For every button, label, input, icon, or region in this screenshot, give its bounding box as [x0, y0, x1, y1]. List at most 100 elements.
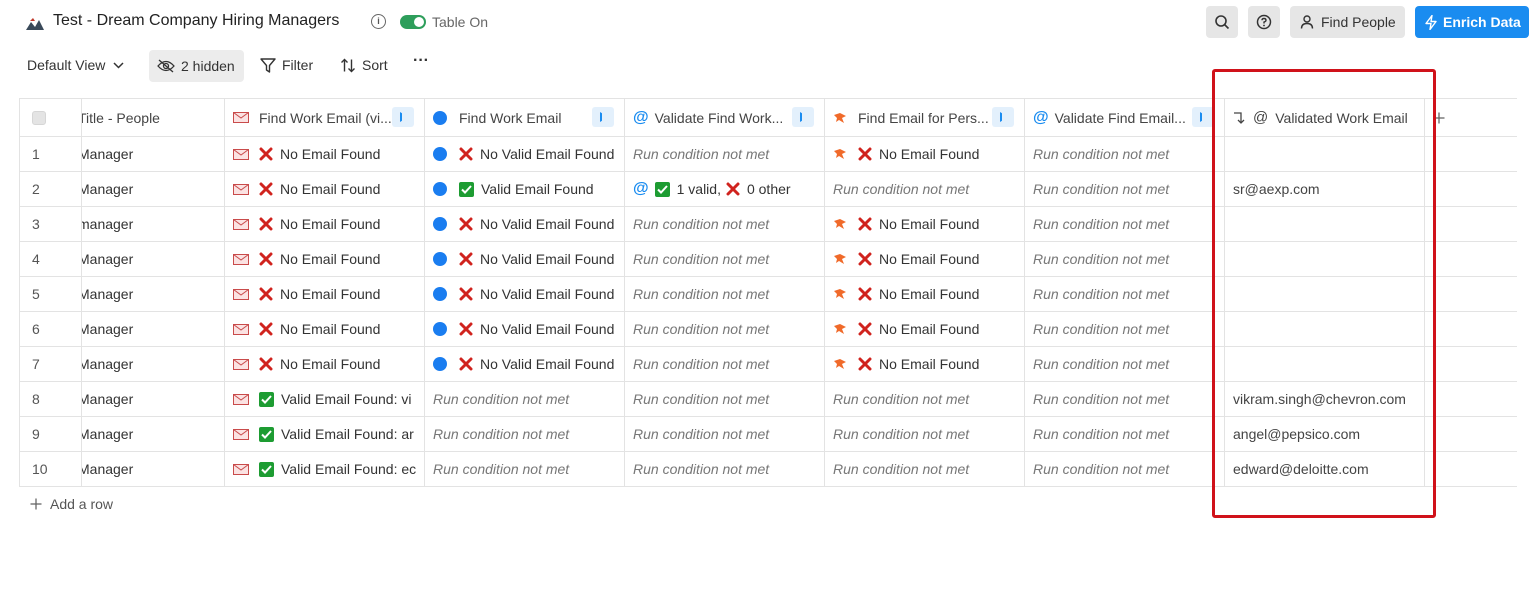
- table-cell[interactable]: Run condition not met: [425, 452, 625, 486]
- table-row[interactable]: 1 Manager No Email Found No Valid Email Fou…: [19, 137, 1517, 172]
- table-cell[interactable]: No Email Found: [225, 207, 425, 241]
- select-all-checkbox[interactable]: [32, 110, 46, 125]
- table-cell[interactable]: Valid Email Found: ec: [225, 452, 425, 486]
- table-cell[interactable]: Run condition not met: [625, 417, 825, 451]
- table-row[interactable]: 9 Manager Valid Email Found: ar Run conditi…: [19, 417, 1517, 452]
- table-cell[interactable]: No Valid Email Found: [425, 242, 625, 276]
- table-cell[interactable]: Run condition not met: [625, 382, 825, 416]
- table-cell[interactable]: Manager: [82, 137, 225, 171]
- table-cell[interactable]: Manager: [82, 172, 225, 206]
- table-cell[interactable]: Valid Email Found: vi: [225, 382, 425, 416]
- table-row[interactable]: 10 Manager Valid Email Found: ec Run condit…: [19, 452, 1517, 487]
- table-cell[interactable]: Run condition not met: [825, 382, 1025, 416]
- table-cell[interactable]: Valid Email Found: [425, 172, 625, 206]
- table-cell[interactable]: Manager: [82, 452, 225, 486]
- table-cell[interactable]: Run condition not met: [1025, 312, 1225, 346]
- filter-button[interactable]: Filter: [260, 57, 313, 73]
- table-cell[interactable]: No Email Found: [225, 172, 425, 206]
- table-cell[interactable]: Run condition not met: [425, 417, 625, 451]
- table-cell[interactable]: [1225, 277, 1425, 311]
- table-cell[interactable]: Run condition not met: [825, 417, 1025, 451]
- run-column-button[interactable]: [992, 107, 1014, 127]
- row-number[interactable]: 9: [19, 417, 82, 451]
- table-cell[interactable]: No Email Found: [225, 312, 425, 346]
- row-number[interactable]: 2: [19, 172, 82, 206]
- search-button[interactable]: [1206, 6, 1238, 38]
- table-cell[interactable]: No Email Found: [225, 277, 425, 311]
- table-cell[interactable]: No Valid Email Found: [425, 277, 625, 311]
- table-cell[interactable]: Run condition not met: [625, 312, 825, 346]
- add-row-button[interactable]: Add a row: [30, 496, 113, 512]
- table-cell[interactable]: manager: [82, 207, 225, 241]
- table-cell[interactable]: Run condition not met: [625, 242, 825, 276]
- table-cell[interactable]: @1 valid, 0 other: [625, 172, 825, 206]
- row-number[interactable]: 5: [19, 277, 82, 311]
- column-header-validated-work-email[interactable]: @ Validated Work Email: [1225, 99, 1425, 136]
- table-cell[interactable]: Run condition not met: [1025, 172, 1225, 206]
- table-cell[interactable]: Run condition not met: [1025, 417, 1225, 451]
- select-all-cell[interactable]: [19, 99, 82, 136]
- table-cell[interactable]: [1225, 312, 1425, 346]
- table-cell[interactable]: vikram.singh@chevron.com: [1225, 382, 1425, 416]
- table-cell[interactable]: No Email Found: [825, 242, 1025, 276]
- table-cell[interactable]: No Valid Email Found: [425, 207, 625, 241]
- table-cell[interactable]: [1225, 207, 1425, 241]
- page-title[interactable]: Test - Dream Company Hiring Managers: [53, 12, 339, 30]
- table-cell[interactable]: No Valid Email Found: [425, 137, 625, 171]
- row-number[interactable]: 1: [19, 137, 82, 171]
- table-cell[interactable]: Manager: [82, 242, 225, 276]
- hidden-fields-button[interactable]: 2 hidden: [149, 50, 244, 82]
- table-cell[interactable]: No Email Found: [825, 347, 1025, 381]
- run-column-button[interactable]: [792, 107, 814, 127]
- table-cell[interactable]: Valid Email Found: ar: [225, 417, 425, 451]
- row-number[interactable]: 4: [19, 242, 82, 276]
- table-cell[interactable]: No Email Found: [825, 137, 1025, 171]
- table-cell[interactable]: Run condition not met: [825, 172, 1025, 206]
- table-cell[interactable]: Manager: [82, 312, 225, 346]
- table-cell[interactable]: Run condition not met: [1025, 347, 1225, 381]
- table-cell[interactable]: No Email Found: [825, 277, 1025, 311]
- row-number[interactable]: 6: [19, 312, 82, 346]
- table-cell[interactable]: No Email Found: [825, 207, 1025, 241]
- table-row[interactable]: 6 Manager No Email Found No Valid Email Fou…: [19, 312, 1517, 347]
- table-row[interactable]: 5 Manager No Email Found No Valid Email Fou…: [19, 277, 1517, 312]
- table-cell[interactable]: edward@deloitte.com: [1225, 452, 1425, 486]
- info-icon[interactable]: i: [371, 14, 386, 29]
- table-cell[interactable]: Run condition not met: [625, 137, 825, 171]
- table-toggle[interactable]: [400, 15, 426, 29]
- table-cell[interactable]: No Email Found: [825, 312, 1025, 346]
- table-cell[interactable]: Run condition not met: [625, 277, 825, 311]
- table-cell[interactable]: Run condition not met: [825, 452, 1025, 486]
- table-cell[interactable]: No Valid Email Found: [425, 312, 625, 346]
- row-number[interactable]: 8: [19, 382, 82, 416]
- row-number[interactable]: 7: [19, 347, 82, 381]
- table-cell[interactable]: No Email Found: [225, 347, 425, 381]
- table-cell[interactable]: Run condition not met: [1025, 137, 1225, 171]
- column-header-find-work-email[interactable]: Find Work Email: [425, 99, 625, 136]
- table-cell[interactable]: Run condition not met: [1025, 382, 1225, 416]
- table-cell[interactable]: No Valid Email Found: [425, 347, 625, 381]
- view-selector[interactable]: Default View: [27, 57, 124, 73]
- table-cell[interactable]: Run condition not met: [1025, 452, 1225, 486]
- table-cell[interactable]: No Email Found: [225, 137, 425, 171]
- enrich-data-button[interactable]: Enrich Data: [1415, 6, 1529, 38]
- table-cell[interactable]: Run condition not met: [425, 382, 625, 416]
- table-cell[interactable]: [1225, 242, 1425, 276]
- more-options-button[interactable]: ···: [413, 52, 429, 70]
- row-number[interactable]: 3: [19, 207, 82, 241]
- table-cell[interactable]: Run condition not met: [1025, 242, 1225, 276]
- sort-button[interactable]: Sort: [340, 57, 388, 73]
- column-header-title[interactable]: Title - People: [82, 99, 225, 136]
- column-header-validate-find-work[interactable]: @ Validate Find Work...: [625, 99, 825, 136]
- table-cell[interactable]: sr@aexp.com: [1225, 172, 1425, 206]
- table-cell[interactable]: [1225, 347, 1425, 381]
- table-cell[interactable]: Run condition not met: [1025, 207, 1225, 241]
- help-button[interactable]: [1248, 6, 1280, 38]
- column-header-find-email-for-person[interactable]: Find Email for Pers...: [825, 99, 1025, 136]
- table-cell[interactable]: No Email Found: [225, 242, 425, 276]
- find-people-button[interactable]: Find People: [1290, 6, 1405, 38]
- run-column-button[interactable]: [1192, 107, 1214, 127]
- column-header-validate-find-email[interactable]: @ Validate Find Email...: [1025, 99, 1225, 136]
- table-row[interactable]: 3 manager No Email Found No Valid Email Fou…: [19, 207, 1517, 242]
- table-cell[interactable]: Run condition not met: [625, 347, 825, 381]
